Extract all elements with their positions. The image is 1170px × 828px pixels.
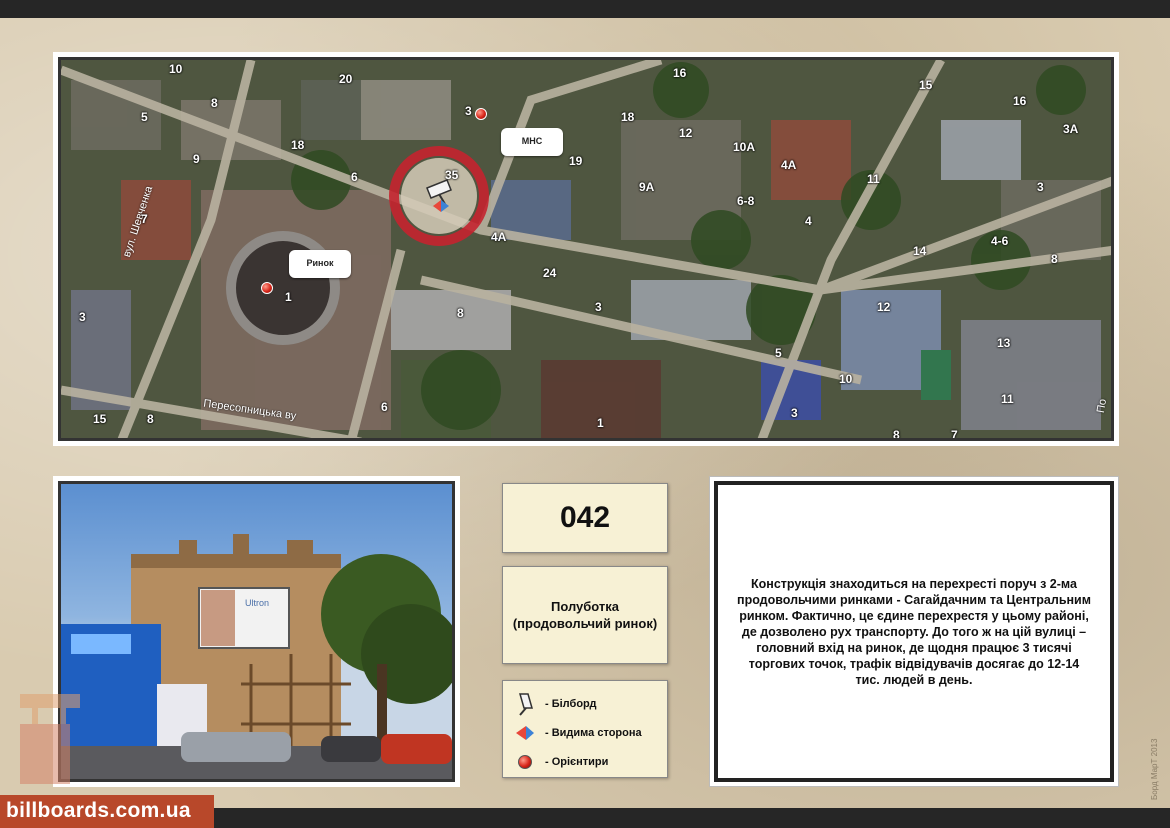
house-number: 19 bbox=[569, 154, 583, 168]
house-number: 18 bbox=[291, 138, 305, 152]
legend-row-visible-side: - Видима сторона bbox=[513, 718, 657, 747]
mns-callout: МНС bbox=[501, 128, 563, 156]
billboard-code: 042 bbox=[559, 501, 611, 534]
market-callout: Ринок bbox=[289, 250, 351, 278]
location-name-line1: Полуботка bbox=[550, 599, 620, 614]
landmark-pin-icon bbox=[513, 750, 537, 774]
house-number: 3 bbox=[595, 300, 602, 314]
house-number: 12 bbox=[877, 300, 891, 314]
mns-landmark-pin-icon[interactable] bbox=[475, 108, 487, 120]
description-panel: Конструкція знаходиться на перехресті по… bbox=[714, 481, 1114, 782]
visible-side-icon bbox=[513, 721, 537, 745]
house-number: 6 bbox=[351, 170, 358, 184]
legend-label-visible-side: - Видима сторона bbox=[545, 726, 642, 739]
house-number: 8 bbox=[147, 412, 154, 426]
house-number: 35 bbox=[445, 168, 459, 182]
legend: - Білборд - Видима сторона - Орієнтири bbox=[502, 680, 668, 778]
photo-frame: Ultron bbox=[53, 476, 460, 787]
brand-link[interactable]: billboards.com.ua bbox=[0, 795, 214, 828]
house-number: 4А bbox=[781, 158, 797, 172]
house-number: 5 bbox=[141, 110, 148, 124]
house-number: 3 bbox=[79, 310, 86, 324]
billboard-marker-icon[interactable] bbox=[423, 176, 455, 216]
house-number: 12 bbox=[679, 126, 693, 140]
house-number: 10 bbox=[839, 372, 853, 386]
street-label-right: По bbox=[1094, 398, 1110, 414]
house-number: 20 bbox=[339, 72, 353, 86]
house-number: 15 bbox=[919, 78, 933, 92]
house-number: 3 bbox=[465, 104, 472, 118]
street-photo-image: Ultron bbox=[61, 534, 452, 779]
satellite-map[interactable]: МНС Ринок вул. Шевченка Пересопницька ву… bbox=[58, 57, 1114, 441]
house-number: 6-8 bbox=[737, 194, 755, 208]
map-imagery bbox=[61, 60, 1111, 438]
house-number: 9 bbox=[193, 152, 200, 166]
house-number: 3 bbox=[791, 406, 798, 420]
billboard-code-box: 042 bbox=[502, 483, 668, 553]
house-number: 15 bbox=[93, 412, 107, 426]
house-number: 4-6 bbox=[991, 234, 1009, 248]
house-number: 11 bbox=[867, 172, 880, 186]
brand-logo-icon bbox=[20, 694, 80, 784]
house-number: 3А bbox=[1063, 122, 1079, 136]
billboard-icon bbox=[513, 692, 537, 716]
legend-label-landmark: - Орієнтири bbox=[545, 755, 609, 768]
house-number: 10 bbox=[169, 62, 183, 76]
house-number: 13 bbox=[997, 336, 1011, 350]
house-number: 4 bbox=[805, 214, 812, 228]
top-bar bbox=[0, 0, 1170, 18]
house-number: 9А bbox=[639, 180, 655, 194]
legend-row-landmark: - Орієнтири bbox=[513, 747, 657, 776]
copyright-credit: Борд МарТ 2013 bbox=[1150, 738, 1159, 800]
legend-row-billboard: - Білборд bbox=[513, 689, 657, 718]
house-number: 10А bbox=[733, 140, 756, 154]
house-number: 4А bbox=[491, 230, 507, 244]
location-name-line2: (продовольчий ринок) bbox=[512, 616, 658, 631]
house-number: 1 bbox=[597, 416, 604, 430]
house-number: 8 bbox=[893, 428, 900, 441]
description-text: Конструкція знаходиться на перехресті по… bbox=[737, 576, 1091, 687]
market-landmark-pin-icon[interactable] bbox=[261, 282, 273, 294]
house-number: 8 bbox=[211, 96, 218, 110]
house-number: 24 bbox=[543, 266, 557, 280]
house-number: 8 bbox=[1051, 252, 1058, 266]
house-number: 6 bbox=[381, 400, 388, 414]
house-number: 7 bbox=[951, 428, 958, 441]
house-number: 8 bbox=[457, 306, 464, 320]
house-number: 16 bbox=[1013, 94, 1027, 108]
location-photo[interactable]: Ultron bbox=[58, 481, 455, 782]
billboard-brand-text: Ultron bbox=[245, 598, 269, 608]
map-frame: МНС Ринок вул. Шевченка Пересопницька ву… bbox=[53, 52, 1119, 446]
location-name: Полуботка (продовольчий ринок) bbox=[513, 598, 657, 632]
house-number: 14 bbox=[913, 244, 927, 258]
legend-label-billboard: - Білборд bbox=[545, 697, 597, 710]
house-number: 7 bbox=[141, 212, 148, 226]
house-number: 5 bbox=[775, 346, 782, 360]
location-name-box: Полуботка (продовольчий ринок) bbox=[502, 566, 668, 664]
house-number: 3 bbox=[1037, 180, 1044, 194]
description-frame: Конструкція знаходиться на перехресті по… bbox=[709, 476, 1119, 787]
house-number: 1 bbox=[285, 290, 292, 304]
house-number: 18 bbox=[621, 110, 635, 124]
house-number: 11 bbox=[1001, 392, 1014, 406]
house-number: 16 bbox=[673, 66, 687, 80]
